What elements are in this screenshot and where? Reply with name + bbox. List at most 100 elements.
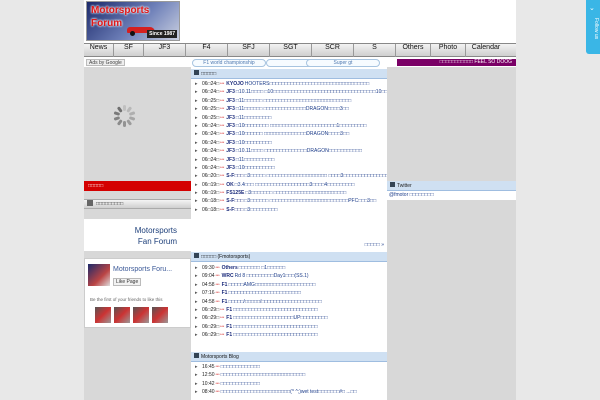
news-title[interactable]: □□□□□□□□□□□□□□□□□□□□□□□□□□□□ (233, 307, 318, 313)
nav-item-sfj[interactable]: SFJ (228, 44, 270, 57)
news-category[interactable]: JF3 (226, 148, 235, 154)
news-item[interactable]: ▸ 06□24□*** JF3□10□□□□□□□□□□ (191, 165, 387, 173)
news-item[interactable]: ▸ 04:58*** F1□□□□□/□□□□□/□□□□□□□□□□□□□□□□□… (191, 299, 387, 307)
news-title[interactable]: □3□□□□□□□ □□□□□□□□□□□□□□□□□□□□□□□□ (245, 190, 346, 196)
news-category[interactable]: F1 (222, 282, 228, 288)
fan-forum-banner[interactable]: Motorsports Fan Forum (84, 219, 191, 251)
news-title[interactable]: □□□□□/□□□□□/□□□□□□□□□□□□□□□□□□□□ (228, 299, 321, 305)
site-logo[interactable]: Motorsports Forum Since 1987 (86, 1, 180, 41)
news-title[interactable]: □10□□□□□□□□□ (236, 140, 272, 146)
nav-item-others[interactable]: Others (396, 44, 431, 57)
facebook-like-button[interactable]: Like Page (113, 278, 142, 286)
nav-item-news[interactable]: News (84, 44, 114, 57)
fan-avatar[interactable] (133, 307, 149, 323)
news-item[interactable]: ▸ 06□24□*** JF3□10.11□□□□ □□□□□□□□□□□□□□DR… (191, 148, 387, 156)
facebook-page-name[interactable]: Motorsports Foru... (113, 266, 172, 273)
news-category[interactable]: Others (222, 265, 238, 271)
news-item[interactable]: ▸ 16:45***□□□□□□□□□□□□□ (191, 364, 387, 372)
nav-item-sf[interactable]: SF (114, 44, 144, 57)
news-item[interactable]: ▸ 08:40***□□□□□□□□□□□□□□□□□□□□□□□(^ ^;)we… (191, 389, 387, 397)
ad-link-super-gt[interactable]: Super gt (306, 59, 380, 67)
news-item[interactable]: ▸ 06□24□*** JF3□10□□□□□□□□ □□□□□□□□□□□□□□□… (191, 123, 387, 131)
news-category[interactable]: WRC (222, 273, 234, 279)
news-item[interactable]: ▸ 06□19□*** FS125E□3□□□□□□□ □□□□□□□□□□□□□□… (191, 190, 387, 198)
nav-item-f4[interactable]: F4 (186, 44, 228, 57)
nav-item-calendar[interactable]: Calendar (466, 44, 506, 57)
news-item[interactable]: ▸ 06□24□*** KYOJOHOOTERS□□□□□□□□□□□□□□□□□□… (191, 81, 387, 89)
news-item[interactable]: ▸ 06□25□*** JF3□11□□□□□□ □□□□□□□□□□□□□□□□□… (191, 98, 387, 106)
news-category[interactable]: JF3 (226, 123, 235, 129)
nav-item-photo[interactable]: Photo (431, 44, 466, 57)
news-category[interactable]: JF3 (226, 157, 235, 163)
news-title[interactable]: □□□□□AMG□□□□□□□□□□□□□□□□□□□□ (228, 282, 315, 288)
news-item[interactable]: ▸ 06□29□*** F1□□□□□□□□□□□□□□□□□□□□□□□□□□□□ (191, 332, 387, 340)
news-title[interactable]: □3□□□□□ □□□□□□□□□□□□□□□□□□□□ □□□□3□□□□□□… (244, 173, 387, 179)
news-item[interactable]: ▸ 06□24□*** JF3□11□□□□□□□□□□ (191, 157, 387, 165)
news-category[interactable]: S-F□□□ (226, 207, 243, 213)
fan-avatar[interactable] (152, 307, 168, 323)
nav-item-scr[interactable]: SCR (312, 44, 354, 57)
fan-avatar[interactable] (95, 307, 111, 323)
nav-item-jf3[interactable]: JF3 (144, 44, 186, 57)
news-title[interactable]: HOOTERS□□□□□□□□□□□□□□□□□□□□□□□□□□□□□□□□□ (245, 81, 369, 87)
news-title[interactable]: □11□□□□□□□□□ (236, 115, 271, 121)
news-category[interactable]: JF3 (226, 131, 235, 137)
news-title[interactable]: Rd 8 □□□□□□□□□Day1□□□(SS.1) (235, 273, 309, 279)
news-item[interactable]: ▸ 06□24□*** JF3□10□□□□□□□□□ (191, 140, 387, 148)
news-item[interactable]: ▸ 04:58*** F1□□□□□AMG□□□□□□□□□□□□□□□□□□□□ (191, 282, 387, 290)
news-item[interactable]: ▸ 09:04*** WRCRd 8 □□□□□□□□□Day1□□□(SS.1) (191, 273, 387, 281)
news-title[interactable]: □□□□□□□□□□□□□□□□□□□□□□□□□□□□ (221, 372, 306, 378)
news-item[interactable]: ▸ 06□24□*** JF3□10□□□□□□ □□□□□□□□□□□□□□DRA… (191, 131, 387, 139)
news-item[interactable]: ▸ 06□29□*** F1□□□□□□□□□□□□□□□□□□□□UP□□□□□□… (191, 315, 387, 323)
news-title[interactable]: □□□□□□□□□□□□□□□□□□□□□□□□□□□□ (233, 324, 318, 330)
news-item[interactable]: ▸ 06□20□*** S-F□□□□3□□□□□ □□□□□□□□□□□□□□□□… (191, 173, 387, 181)
news-category[interactable]: OK (226, 182, 234, 188)
news-title[interactable]: □□□□□□□□□□□□□□□□□□□□□□□□□□□□ (233, 332, 318, 338)
ads-by-google-label[interactable]: Ads by Google (86, 59, 125, 66)
news-title[interactable]: □11□□□□□□ □□□□□□□□□□□□□□DRAGON□□□□3□□ (236, 106, 349, 112)
news-title[interactable]: □□□□□□□ □1□□□□□□ (239, 265, 285, 271)
news-category[interactable]: JF3 (226, 89, 235, 95)
news-category[interactable]: JF3 (226, 115, 235, 121)
news-category[interactable]: JF3 (226, 165, 235, 171)
news-title[interactable]: □11□□□□□□□□□□ (236, 157, 274, 163)
news-item[interactable]: ▸ 12:50***□□□□□□□□□□□□□□□□□□□□□□□□□□□□ (191, 372, 387, 380)
news-item[interactable]: ▸ 09:30*** Others□□□□□□□ □1□□□□□□ (191, 265, 387, 273)
news-item[interactable]: ▸ 07:16*** F1□□□□□□□□□□□□□□□□□□□□□□□□ (191, 290, 387, 298)
news-title[interactable]: □□□□□□□□□□□□□□□□□□□□UP□□□□□□□□□ (233, 315, 328, 321)
news-item[interactable]: ▸ 06□25□*** JF3□11□□□□□□□□□ (191, 115, 387, 123)
news-item[interactable]: ▸ 06□18□*** S-F□□□□3□□□□□□□□□ (191, 207, 387, 215)
news-title[interactable]: □10□□□□□□□□ □□□□□□□□□□□□□□□□□□□□□□1□□□□□… (236, 123, 367, 129)
twitter-handle-link[interactable]: @fmotor □□□□□□□□ (387, 191, 516, 200)
news-title[interactable]: □10□□□□□□□□□□ (236, 165, 275, 171)
news-category[interactable]: S-F□□□ (226, 173, 243, 179)
ad-link-f1-world-championship[interactable]: F1 world championship (192, 59, 266, 67)
news-title[interactable]: □□□□□□□□□□□□□ (221, 381, 260, 387)
fan-avatar[interactable] (114, 307, 130, 323)
latest-news-more-link[interactable]: □□□□□ » (326, 242, 384, 248)
facebook-page-thumbnail[interactable] (88, 264, 110, 286)
news-title[interactable]: □10.11□□□□ □□□□□□□□□□□□□□DRAGON□□□□□□□□□… (236, 148, 362, 154)
news-item[interactable]: ▸ 06□29□*** F1□□□□□□□□□□□□□□□□□□□□□□□□□□□□ (191, 324, 387, 332)
news-title[interactable]: □3□□□□□□□□□ (244, 207, 277, 213)
community-menu-header[interactable]: □□□□□□□□□ (84, 199, 191, 209)
news-category[interactable]: JF3 (226, 140, 235, 146)
promo-banner[interactable]: □□□□□□□□□□□ FEEL SO DOOG (397, 59, 516, 66)
follow-us-tab[interactable]: ⌄ Follow us (586, 0, 600, 54)
news-item[interactable]: ▸ 06□24□*** JF3□10.11□□□□ □10□□□□□□□□□□□□□… (191, 89, 387, 97)
news-category[interactable]: JF3 (226, 106, 235, 112)
news-item[interactable]: ▸ 10:42***□□□□□□□□□□□□□ (191, 381, 387, 389)
news-title[interactable]: □10□□□□□□ □□□□□□□□□□□□□□DRAGON□□□□3□□ (236, 131, 349, 137)
news-category[interactable]: F1 (226, 324, 232, 330)
news-title[interactable]: □3□□□□□□ □□□□□□□□□□□□□□□□□□□□□□□□□□PFC□□… (244, 198, 376, 204)
news-title[interactable]: □3.4□□□ □□□□□□□□□□□□□□□□□□3□□□□4□□□□□□□□… (235, 182, 355, 188)
upcoming-events-header[interactable]: □□□□□ (84, 181, 191, 191)
news-title[interactable]: □11□□□□□□ □□□□□□□□□□□□□□□□□□□□□□□□□□□□□ (236, 98, 351, 104)
news-category[interactable]: F1 (222, 299, 228, 305)
news-category[interactable]: FS125E (226, 190, 244, 196)
news-category[interactable]: F1 (226, 307, 232, 313)
nav-item-s[interactable]: S (354, 44, 396, 57)
news-category[interactable]: F1 (222, 290, 228, 296)
news-title[interactable]: □10.11□□□□ □10□□□□□□□□□□□□□□□□□□□□□□□□□□… (236, 89, 387, 95)
news-item[interactable]: ▸ 06□29□*** F1□□□□□□□□□□□□□□□□□□□□□□□□□□□□ (191, 307, 387, 315)
